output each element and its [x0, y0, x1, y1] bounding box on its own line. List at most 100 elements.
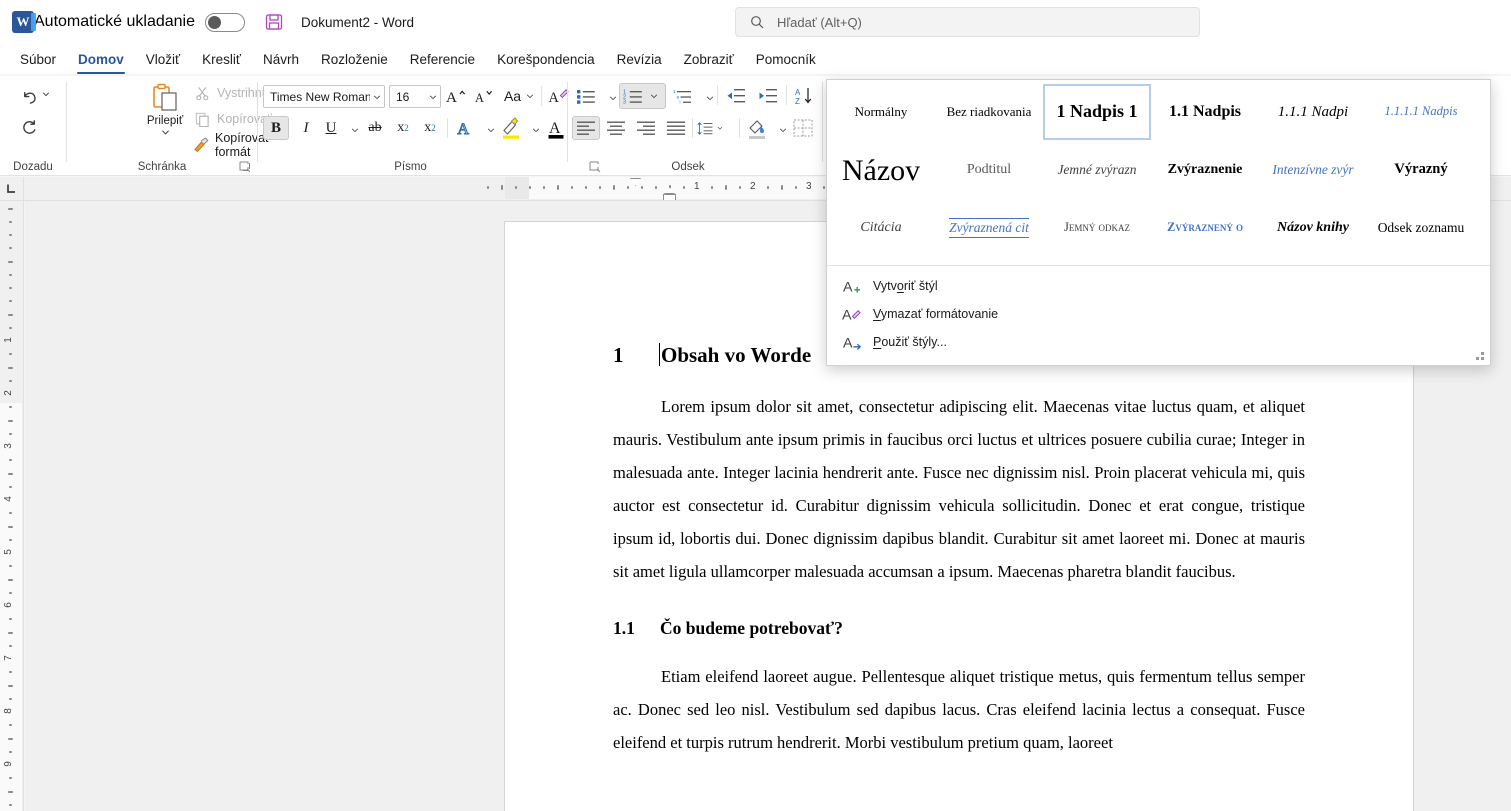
align-center-button[interactable] [602, 116, 630, 140]
paste-button[interactable]: Prilepiť [141, 80, 189, 136]
tab-navrh[interactable]: Návrh [253, 49, 309, 70]
clipboard-dialog-launcher[interactable] [239, 160, 251, 173]
style-citacia[interactable]: Citácia [827, 200, 935, 256]
undo-dropdown-button[interactable] [38, 86, 54, 102]
bold-button[interactable]: B [263, 116, 289, 140]
styles-gallery: Normálny Bez riadkovania 1 Nadpis 1 1.1 … [827, 80, 1490, 265]
autosave-toggle[interactable] [204, 12, 245, 32]
vertical-ruler[interactable]: 123456789 [0, 201, 24, 811]
style-nadpis-1[interactable]: 1 Nadpis 1 [1043, 84, 1151, 140]
increase-indent-button[interactable] [754, 84, 782, 108]
style-odsek-zoznamu[interactable]: Odsek zoznamu [1367, 200, 1475, 256]
menu-create-style[interactable]: A Vytvoriť štýl [827, 272, 1492, 300]
style-nazov[interactable]: Názov [827, 142, 935, 198]
tab-referencie[interactable]: Referencie [400, 49, 485, 70]
font-name-combo[interactable]: Times New Roman ( [263, 85, 385, 108]
style-zvyraznena-citacia[interactable]: Zvýraznená cit [935, 200, 1043, 256]
style-zvyrazneny-odkaz[interactable]: Zvýraznený o [1151, 200, 1259, 256]
left-indent-marker[interactable] [663, 194, 676, 200]
underline-button[interactable]: U [319, 116, 343, 140]
justify-button[interactable] [662, 116, 690, 140]
styles-gallery-popup[interactable]: Normálny Bez riadkovania 1 Nadpis 1 1.1 … [826, 79, 1491, 366]
search-box[interactable] [735, 7, 1200, 37]
menu-apply-styles[interactable]: A Použiť štýly... [827, 328, 1492, 356]
tab-domov[interactable]: Domov [68, 49, 134, 74]
body-paragraph-1[interactable]: Lorem ipsum dolor sit amet, consectetur … [613, 390, 1305, 588]
tab-revizia[interactable]: Revízia [607, 49, 672, 70]
text-effects-button[interactable]: A [452, 116, 478, 140]
tab-rozlozenie[interactable]: Rozloženie [311, 49, 398, 70]
sort-button[interactable]: A Z [790, 84, 818, 108]
style-vyrazny[interactable]: Výrazný [1367, 142, 1475, 198]
font-color-button[interactable]: A [543, 114, 569, 142]
style-nadpis-2[interactable]: 1.1 Nadpis [1151, 84, 1259, 140]
menu-clear-formatting[interactable]: A Vymazať formátovanie [827, 300, 1492, 328]
redo-button[interactable] [14, 114, 44, 140]
bullet-list-button[interactable] [572, 84, 600, 108]
superscript-label: x [424, 120, 432, 135]
align-right-button[interactable] [632, 116, 660, 140]
style-bez-riadkovania[interactable]: Bez riadkovania [935, 84, 1043, 140]
heading-1-number: 1 [613, 343, 624, 367]
style-normalny[interactable]: Normálny [827, 84, 935, 140]
strikethrough-button[interactable]: ab [362, 116, 388, 140]
font-size-combo[interactable]: 16 [389, 85, 441, 108]
shading-icon [749, 120, 765, 139]
chevron-down-icon [609, 96, 617, 101]
style-zvyraznenie[interactable]: Zvýraznenie [1151, 142, 1259, 198]
change-case-button[interactable]: Aa [501, 84, 537, 108]
ribbon-tab-strip: Súbor Domov Vložiť Kresliť Návrh Rozlože… [0, 44, 1511, 74]
superscript-button[interactable]: x2 [417, 116, 443, 140]
style-preview: Jemné zvýrazn [1057, 162, 1137, 177]
tab-korespondencia[interactable]: Korešpondencia [487, 49, 605, 70]
style-nadpis-4[interactable]: 1.1.1.1 Nadpis [1367, 84, 1475, 140]
group-label-clipboard: Schránka [137, 161, 187, 173]
style-nadpis-3[interactable]: 1.1.1 Nadpi [1259, 84, 1367, 140]
increase-indent-icon [759, 89, 777, 103]
italic-button[interactable]: I [294, 116, 318, 140]
align-left-button[interactable] [572, 116, 600, 140]
style-jemny-odkaz[interactable]: Jemný odkaz [1043, 200, 1151, 256]
text-cursor [659, 343, 660, 366]
redo-icon [22, 119, 35, 134]
multilevel-list-dropdown-button[interactable] [698, 86, 722, 110]
decrease-indent-icon [727, 89, 745, 103]
shading-button[interactable] [744, 114, 770, 142]
heading-2[interactable]: 1.1 Čo budeme potrebovať? [613, 618, 1305, 640]
line-spacing-button[interactable] [697, 116, 723, 140]
tab-kreslit[interactable]: Kresliť [192, 49, 251, 70]
tab-pomocnik[interactable]: Pomocník [746, 49, 826, 70]
svg-text:A: A [457, 121, 469, 138]
shrink-font-button[interactable]: A [471, 84, 496, 108]
chevron-down-icon [526, 94, 534, 99]
search-input[interactable] [775, 13, 1155, 31]
chevron-down-icon [42, 92, 50, 97]
tab-subor[interactable]: Súbor [10, 49, 66, 70]
word-logo-icon: W [12, 11, 36, 33]
multilevel-list-button[interactable]: 1 a i [669, 84, 697, 108]
group-label-paragraph: Odsek [671, 161, 705, 173]
chevron-down-icon [426, 93, 440, 101]
tab-vlozit[interactable]: Vložiť [136, 49, 190, 70]
resize-grip-icon[interactable] [1474, 350, 1484, 360]
style-nazov-knihy[interactable]: Názov knihy [1259, 200, 1367, 256]
separator [717, 85, 718, 105]
save-icon[interactable] [265, 13, 283, 31]
subscript-button[interactable]: x2 [390, 116, 416, 140]
svg-text:Z: Z [795, 97, 800, 105]
text-highlight-button[interactable] [498, 114, 524, 142]
style-podtitul[interactable]: Podtitul [935, 142, 1043, 198]
group-label-undo: Dozadu [13, 161, 53, 173]
tab-zobrazit[interactable]: Zobraziť [674, 49, 744, 70]
style-jemne-zvyraznenie[interactable]: Jemné zvýrazn [1043, 142, 1151, 198]
line-spacing-icon [697, 121, 713, 135]
borders-button[interactable] [790, 116, 816, 140]
style-intenzivne-zvyraznenie[interactable]: Intenzívne zvýr [1259, 142, 1367, 198]
tab-stop-selector[interactable] [0, 177, 24, 201]
chevron-down-icon [779, 128, 787, 133]
numbered-list-button[interactable]: 1 2 3 [619, 83, 666, 109]
body-paragraph-2[interactable]: Etiam eleifend laoreet augue. Pellentesq… [613, 660, 1305, 759]
grow-font-button[interactable]: A [444, 84, 469, 108]
decrease-indent-button[interactable] [722, 84, 750, 108]
left-tab-stop-icon [7, 184, 15, 193]
